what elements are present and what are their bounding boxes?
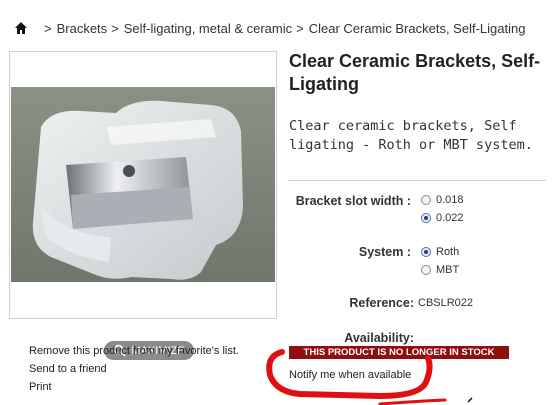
system-option-mbt[interactable]: MBT (421, 264, 459, 276)
availability-label: Availability: (344, 331, 414, 345)
slot-width-label: Bracket slot width : (295, 194, 411, 208)
slot-width-option-0022[interactable]: 0.022 (421, 212, 464, 224)
reference-value: CBSLR022 (418, 297, 474, 309)
breadcrumb-separator: > (44, 20, 52, 36)
breadcrumb-self-ligating[interactable]: Self-ligating, metal & ceramic (124, 21, 292, 36)
radio-button-selected[interactable] (421, 213, 431, 223)
product-image-frame: MAXIMIZE (9, 51, 277, 360)
print-link[interactable]: Print (29, 378, 239, 396)
radio-button[interactable] (421, 265, 431, 275)
breadcrumb-separator: > (296, 20, 304, 36)
remove-favorite-link[interactable]: Remove this product from my favorite's l… (29, 342, 239, 360)
reference-label: Reference: (349, 296, 414, 310)
radio-label: Roth (436, 246, 460, 258)
breadcrumb-separator: > (111, 20, 119, 36)
product-photo[interactable] (11, 87, 275, 282)
radio-label: 0.022 (436, 212, 464, 224)
radio-label: MBT (436, 264, 460, 276)
divider (288, 180, 546, 181)
out-of-stock-banner: THIS PRODUCT IS NO LONGER IN STOCK (289, 346, 509, 359)
slot-width-option-0018[interactable]: 0.018 (421, 194, 464, 206)
breadcrumb: > Brackets > Self-ligating, metal & cera… (14, 18, 529, 38)
radio-button-selected[interactable] (421, 247, 431, 257)
product-short-description: Clear ceramic brackets, Self ligating - … (289, 118, 533, 153)
notify-when-available-link[interactable]: Notify me when available (289, 369, 411, 381)
breadcrumb-current: Clear Ceramic Brackets, Self-Ligating (308, 20, 526, 36)
radio-label: 0.018 (436, 194, 464, 206)
send-to-friend-link[interactable]: Send to a friend (29, 360, 239, 378)
radio-button[interactable] (421, 195, 431, 205)
breadcrumb-brackets[interactable]: Brackets (57, 21, 108, 36)
home-icon[interactable] (14, 21, 28, 35)
product-actions: Remove this product from my favorite's l… (29, 342, 239, 396)
system-label: System : (358, 245, 411, 259)
system-option-roth[interactable]: Roth (421, 246, 459, 258)
product-title: Clear Ceramic Brackets, Self-Ligating (289, 51, 541, 94)
